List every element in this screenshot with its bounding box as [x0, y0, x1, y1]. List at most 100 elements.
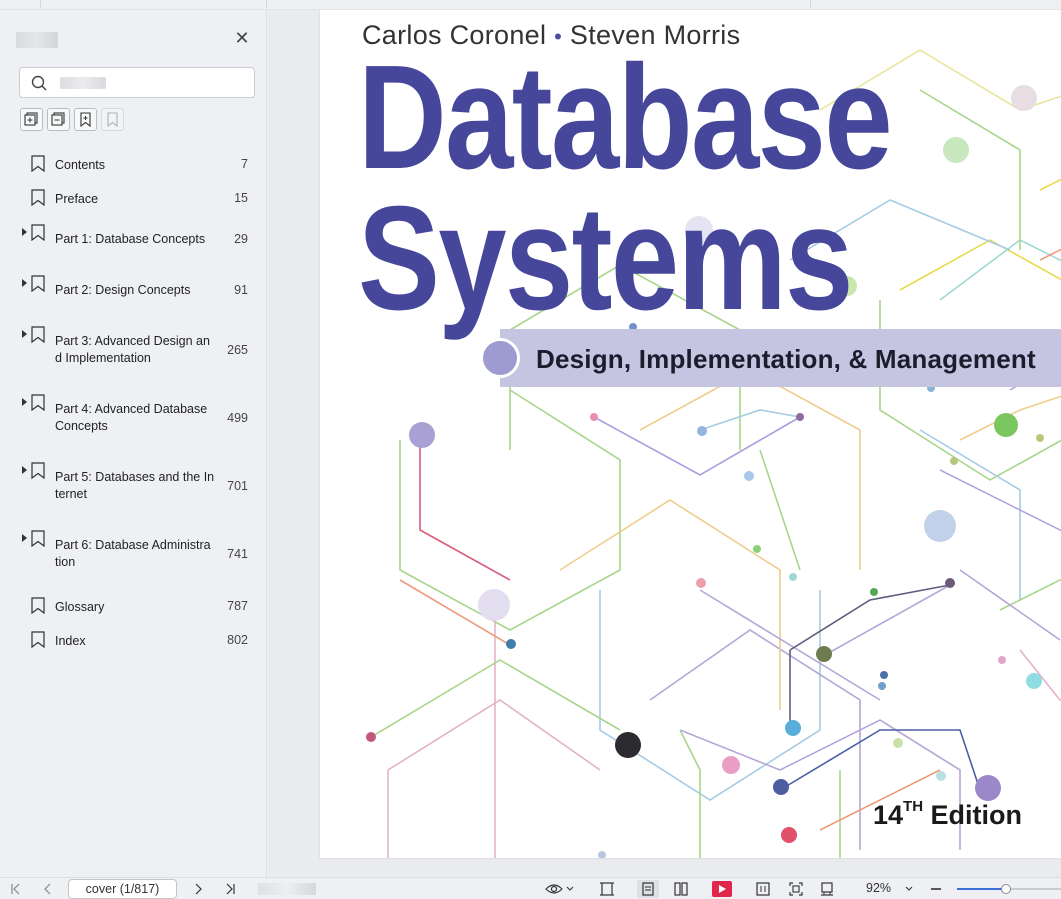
bookmark-icon — [31, 597, 45, 614]
cover-title-line1: Database — [358, 35, 893, 200]
bookmark-page: 741 — [227, 547, 248, 561]
add-bookmark-icon — [80, 112, 91, 127]
expand-arrow-icon[interactable] — [22, 398, 27, 406]
bookmark-item[interactable]: Index 802 — [0, 631, 266, 651]
actual-size-button[interactable] — [754, 880, 772, 898]
two-page-button[interactable] — [671, 880, 691, 898]
next-page-button[interactable] — [190, 880, 206, 898]
bookmark-label: Preface — [55, 192, 99, 206]
bookmark-page: 802 — [227, 633, 248, 647]
bookmark-label: Glossary — [55, 600, 105, 614]
zoom-out-button[interactable] — [928, 880, 944, 898]
tab-divider — [810, 0, 811, 8]
search-placeholder-redacted — [60, 77, 106, 89]
zoom-slider[interactable] — [957, 884, 1061, 894]
bookmark-icon — [31, 326, 45, 343]
fit-width-button[interactable] — [598, 880, 616, 898]
page-thumbnail-button[interactable] — [818, 880, 836, 898]
chevron-right-icon — [195, 883, 202, 895]
chevron-down-icon — [566, 886, 573, 891]
bookmark-item[interactable]: Part 2: Design Concepts 91 — [0, 275, 266, 309]
tab-divider — [40, 0, 41, 8]
bookmark-icon — [31, 275, 45, 292]
expand-arrow-icon[interactable] — [22, 279, 27, 287]
eye-icon — [544, 884, 563, 894]
bookmark-item[interactable]: Glossary 787 — [0, 597, 266, 617]
subtitle-circle-decoration — [480, 338, 520, 378]
bookmark-search-input[interactable] — [19, 67, 255, 98]
bookmark-page: 15 — [234, 191, 248, 205]
page-number-input[interactable]: cover (1/817) — [68, 879, 177, 899]
bookmark-label: Part 5: Databases and the In ternet — [55, 470, 215, 501]
bookmark-page: 701 — [227, 479, 248, 493]
add-bookmark-button[interactable] — [74, 108, 97, 131]
bookmark-page: 29 — [234, 232, 248, 246]
bookmark-page: 787 — [227, 599, 248, 613]
bookmark-icon — [31, 155, 45, 172]
expand-arrow-icon[interactable] — [22, 330, 27, 338]
remove-bookmark-button[interactable] — [101, 108, 124, 131]
bookmark-label: Part 2: Design Concepts — [55, 283, 191, 297]
status-text-redacted — [258, 883, 316, 895]
previous-page-button[interactable] — [40, 880, 56, 898]
last-page-button[interactable] — [222, 880, 238, 898]
bookmark-item[interactable]: Part 6: Database Administra tion 741 — [0, 530, 266, 570]
expand-all-button[interactable] — [20, 108, 43, 131]
bookmark-label: Part 3: Advanced Design an d Implementat… — [55, 334, 210, 365]
slideshow-button[interactable] — [711, 880, 733, 898]
bookmark-item[interactable]: Part 4: Advanced Database Concepts 499 — [0, 394, 266, 434]
bookmark-item[interactable]: Contents 7 — [0, 155, 266, 175]
bookmark-icon — [31, 530, 45, 547]
expand-all-icon — [24, 112, 38, 126]
first-page-icon — [11, 883, 20, 895]
bookmark-item[interactable]: Preface 15 — [0, 189, 266, 209]
search-icon — [31, 75, 47, 91]
first-page-button[interactable] — [8, 880, 24, 898]
zoom-level[interactable]: 92% — [866, 881, 891, 895]
bookmark-page: 265 — [227, 343, 248, 357]
cover-title-line2: Systems — [358, 176, 853, 341]
bookmark-item[interactable]: Part 1: Database Concepts 29 — [0, 224, 266, 258]
last-page-icon — [226, 883, 235, 895]
play-icon — [712, 881, 732, 897]
bookmark-label: Part 1: Database Concepts — [55, 232, 206, 246]
cover-subtitle: Design, Implementation, & Management — [536, 344, 1036, 374]
bookmark-item[interactable]: Part 3: Advanced Design an d Implementat… — [0, 326, 266, 366]
book-cover-page: Carlos Coronel • Steven Morris Database … — [320, 10, 1061, 858]
fit-page-icon — [789, 882, 803, 896]
edition-suffix: TH — [903, 798, 924, 815]
tab-divider — [266, 0, 267, 8]
expand-arrow-icon[interactable] — [22, 228, 27, 236]
single-page-icon — [642, 882, 654, 896]
collapse-all-icon — [51, 112, 65, 126]
expand-arrow-icon[interactable] — [22, 466, 27, 474]
chevron-left-icon — [44, 883, 51, 895]
zoom-dropdown[interactable] — [902, 880, 916, 898]
document-viewport[interactable]: Carlos Coronel • Steven Morris Database … — [268, 10, 1061, 877]
bookmark-icon — [31, 462, 45, 479]
sidebar-title-redacted — [16, 32, 58, 48]
fit-page-button[interactable] — [787, 880, 805, 898]
thumbnail-icon — [821, 882, 833, 896]
bookmark-label: Part 6: Database Administra tion — [55, 538, 211, 569]
close-icon[interactable]: ✕ — [232, 28, 252, 48]
two-page-icon — [674, 882, 688, 896]
bookmark-toolbar — [20, 108, 124, 132]
bookmark-icon — [31, 189, 45, 206]
fit-width-icon — [600, 882, 614, 896]
edition-word: Edition — [923, 800, 1023, 830]
bookmark-item[interactable]: Part 5: Databases and the In ternet 701 — [0, 462, 266, 502]
zoom-slider-knob[interactable] — [1000, 884, 1011, 894]
view-mode-dropdown[interactable] — [542, 880, 576, 898]
expand-arrow-icon[interactable] — [22, 534, 27, 542]
cover-edition: 14TH Edition — [873, 798, 1023, 831]
collapse-all-button[interactable] — [47, 108, 70, 131]
bookmark-icon — [31, 224, 45, 241]
bookmark-label: Part 4: Advanced Database Concepts — [55, 402, 208, 433]
bookmark-icon — [107, 112, 118, 127]
single-page-button[interactable] — [637, 880, 659, 898]
minus-icon — [931, 888, 941, 890]
bookmark-label: Contents — [55, 158, 106, 172]
bookmark-label: Index — [55, 634, 86, 648]
bookmark-sidebar: ✕ Contents 7 Preface 15 Part 1: Database… — [0, 10, 267, 877]
